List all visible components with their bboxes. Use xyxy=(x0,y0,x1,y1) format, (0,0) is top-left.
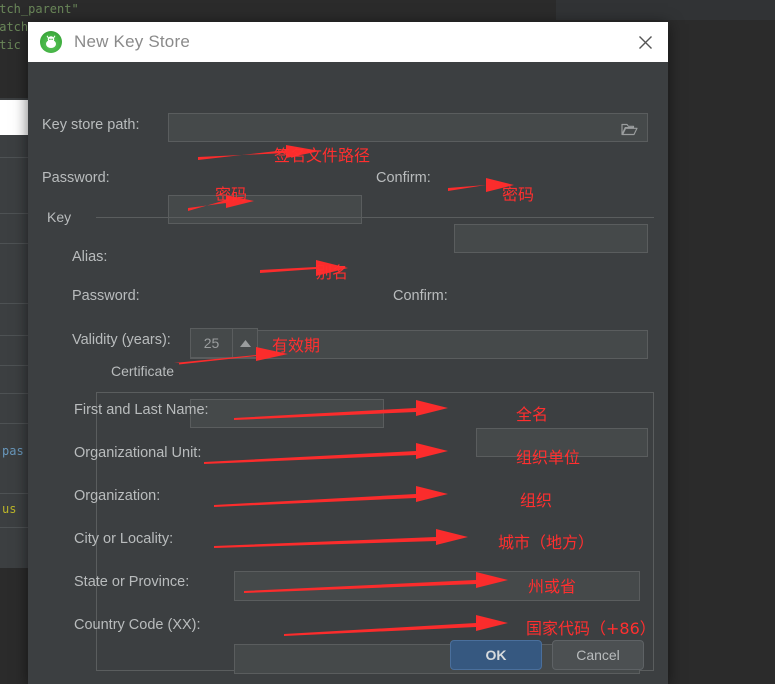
alias-input[interactable]: key0 xyxy=(190,330,648,359)
cert-city-row: City or Locality: xyxy=(74,531,173,547)
folder-icon[interactable] xyxy=(612,115,646,142)
key-confirm-row: Confirm: xyxy=(393,288,448,304)
alias-label: Alias: xyxy=(72,249,108,265)
cert-state-row: State or Province: xyxy=(74,574,189,590)
key-group-divider xyxy=(96,217,654,218)
list-item-label: pas xyxy=(2,444,24,458)
cert-org-unit-row: Organizational Unit: xyxy=(74,445,201,461)
validity-stepper[interactable]: 25 xyxy=(190,328,258,358)
annotation-alias: 别名 xyxy=(316,263,349,282)
keystore-password-input[interactable] xyxy=(168,195,362,224)
keystore-password-row: Password: xyxy=(42,170,110,186)
cert-state-label: State or Province: xyxy=(74,574,190,590)
close-icon[interactable] xyxy=(622,22,668,62)
dialog-title: New Key Store xyxy=(74,32,190,51)
code-line: atch_parent" xyxy=(0,2,79,16)
code-line: rtic xyxy=(0,38,21,52)
validity-row: Validity (years): xyxy=(72,332,171,348)
ide-top-strip xyxy=(556,0,775,20)
keystore-password-label: Password: xyxy=(42,170,110,186)
certificate-group-title: Certificate xyxy=(106,363,180,379)
ok-button[interactable]: OK xyxy=(450,640,542,670)
keystore-path-label: Key store path: xyxy=(42,117,140,133)
keystore-path-input[interactable] xyxy=(168,113,648,142)
cert-organization-label: Organization: xyxy=(74,488,161,504)
key-confirm-label: Confirm: xyxy=(393,288,448,304)
annotation-keystore-path: 签名文件路径 xyxy=(274,146,371,165)
alias-row: Alias: xyxy=(72,249,107,265)
android-studio-icon xyxy=(40,31,62,53)
keystore-confirm-label: Confirm: xyxy=(376,170,431,186)
keystore-path-row: Key store path: xyxy=(42,117,140,133)
dialog-titlebar: New Key Store xyxy=(28,22,668,62)
key-group-title: Key xyxy=(42,209,77,225)
cancel-button[interactable]: Cancel xyxy=(552,640,644,670)
list-item-label: us xyxy=(2,502,17,516)
new-key-store-dialog: New Key Store Key store path: 签名文件路径 Pas xyxy=(28,22,668,684)
annotation-arrow xyxy=(260,260,348,276)
dialog-body: Key store path: 签名文件路径 Password: 密码 Conf… xyxy=(28,62,668,684)
cert-org-unit-label: Organizational Unit: xyxy=(74,445,202,461)
annotation-keystore-confirm: 密码 xyxy=(502,185,535,204)
cert-country-code-label: Country Code (XX): xyxy=(74,617,201,633)
annotation-arrow xyxy=(448,178,514,192)
keystore-confirm-row: Confirm: xyxy=(376,170,431,186)
validity-spinner-wrap: 25 xyxy=(190,328,258,358)
stepper-up-icon[interactable] xyxy=(232,329,257,357)
validity-label: Validity (years): xyxy=(72,332,171,348)
cert-first-last-name-row: First and Last Name: xyxy=(74,402,209,418)
cert-first-last-name-label: First and Last Name: xyxy=(74,402,209,418)
key-password-row: Password: xyxy=(72,288,140,304)
cert-city-label: City or Locality: xyxy=(74,531,174,547)
keystore-confirm-input[interactable] xyxy=(454,224,648,253)
ide-white-strip xyxy=(0,100,28,135)
dialog-footer: OK Cancel xyxy=(28,640,668,670)
cert-organization-row: Organization: xyxy=(74,488,160,504)
validity-value: 25 xyxy=(203,335,220,351)
key-password-label: Password: xyxy=(72,288,140,304)
cert-country-code-row: Country Code (XX): xyxy=(74,617,201,633)
cert-first-last-name-input[interactable] xyxy=(234,571,640,601)
